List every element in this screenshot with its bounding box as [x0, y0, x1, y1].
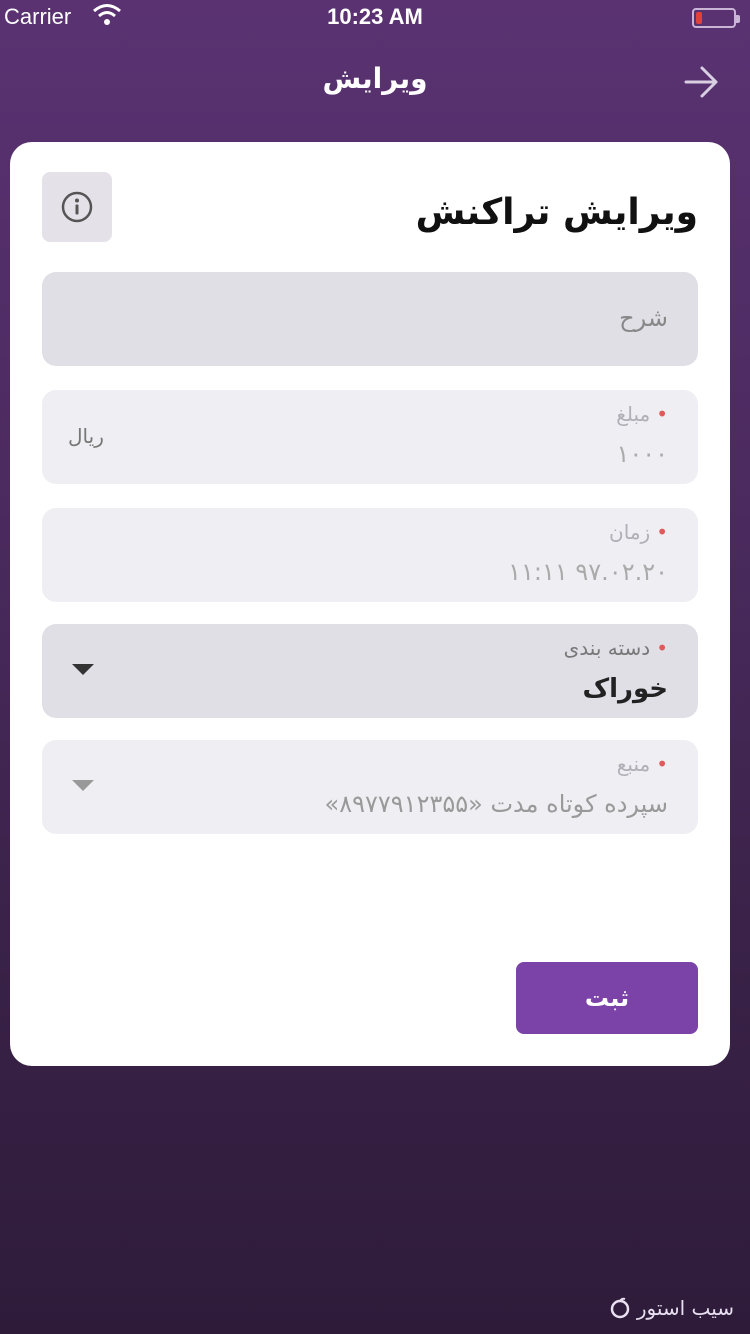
source-label-text: منبع: [616, 752, 651, 776]
category-label: •دسته بندی: [564, 636, 668, 660]
time-field[interactable]: •زمان ۹۷.۰۲.۲۰ ۱۱:۱۱: [42, 508, 698, 602]
chevron-down-icon[interactable]: [72, 664, 94, 675]
time-value: ۹۷.۰۲.۲۰ ۱۱:۱۱: [508, 558, 668, 586]
battery-icon: [692, 8, 740, 28]
nav-title: ویرایش: [322, 62, 428, 95]
required-dot: •: [656, 752, 668, 776]
amount-label-text: مبلغ: [616, 402, 651, 426]
arrow-right-icon[interactable]: [682, 62, 722, 102]
apple-logo-icon: [610, 1297, 630, 1319]
amount-unit: ریال: [68, 424, 104, 448]
category-select[interactable]: •دسته بندی خوراک: [42, 624, 698, 718]
category-value: خوراک: [582, 674, 668, 704]
required-dot: •: [656, 402, 668, 426]
amount-field[interactable]: •مبلغ ۱۰۰۰ ریال: [42, 390, 698, 484]
source-select[interactable]: •منبع سپرده کوتاه مدت «۸۹۷۷۹۱۲۳۵۵»: [42, 740, 698, 834]
card-title: ویرایش تراکنش: [415, 192, 698, 233]
submit-button[interactable]: ثبت: [516, 962, 698, 1034]
description-field[interactable]: شرح: [42, 272, 698, 366]
status-bar: Carrier 10:23 AM: [0, 0, 750, 36]
amount-label: •مبلغ: [616, 402, 668, 426]
edit-transaction-card: ویرایش تراکنش شرح •مبلغ ۱۰۰۰ ریال •زمان …: [10, 142, 730, 1066]
time-label: •زمان: [609, 520, 668, 544]
watermark: سیب استور: [609, 1296, 734, 1320]
info-icon: [61, 191, 93, 223]
chevron-down-icon[interactable]: [72, 780, 94, 791]
source-label: •منبع: [617, 752, 668, 776]
clock: 10:23 AM: [327, 4, 423, 29]
required-dot: •: [656, 520, 668, 544]
battery-level: [696, 12, 702, 24]
category-label-text: دسته بندی: [563, 636, 651, 660]
required-dot: •: [656, 636, 668, 660]
watermark-text: سیب استور: [636, 1296, 734, 1320]
description-placeholder: شرح: [619, 304, 668, 332]
amount-value: ۱۰۰۰: [616, 440, 668, 468]
source-value: سپرده کوتاه مدت «۸۹۷۷۹۱۲۳۵۵»: [324, 790, 668, 818]
info-button[interactable]: [42, 172, 112, 242]
time-label-text: زمان: [609, 520, 651, 544]
